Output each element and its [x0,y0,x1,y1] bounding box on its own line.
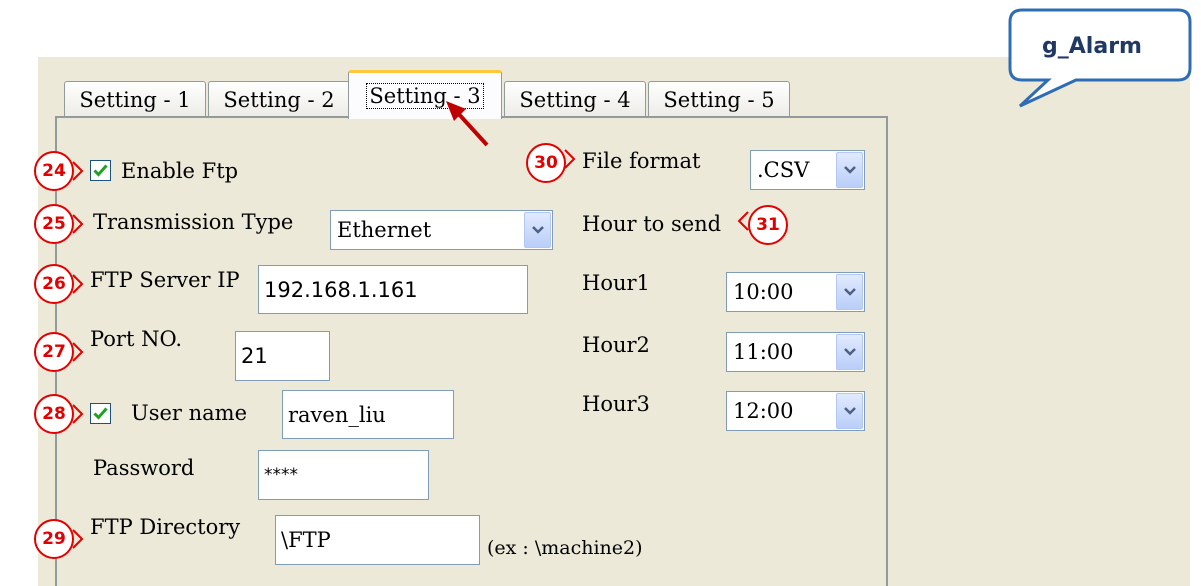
pointer-arrow-icon [446,101,489,147]
callout-25: 25 [34,204,74,244]
callout-29: 29 [34,519,74,559]
callout-31: 31 [748,205,788,245]
callout-30: 30 [526,143,566,183]
callout-26: 26 [34,264,74,304]
callout-28: 28 [34,394,74,434]
bubble-label: g_Alarm [1042,34,1142,59]
callout-24: 24 [34,151,74,191]
callout-27: 27 [34,332,74,372]
